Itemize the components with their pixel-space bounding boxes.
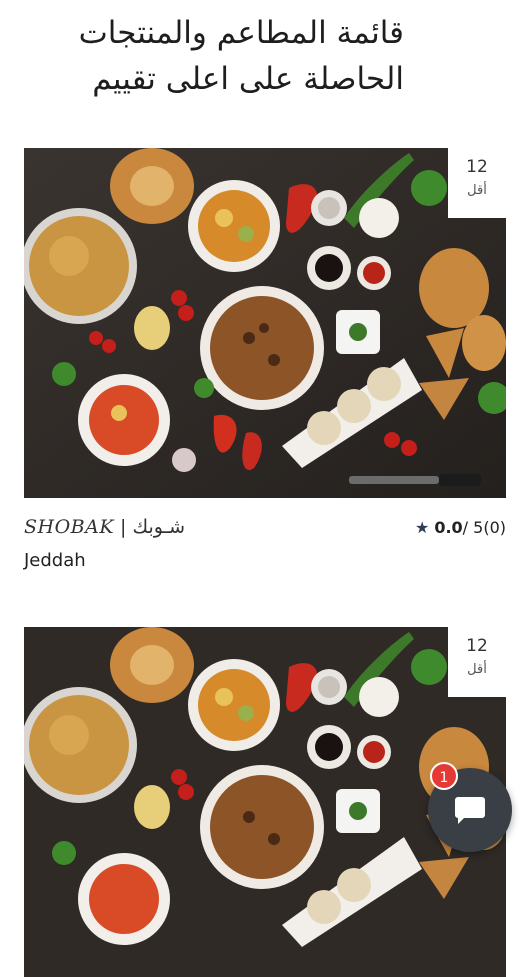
name-separator: | <box>120 516 127 538</box>
chat-unread-badge: 1 <box>430 762 458 790</box>
badge-label: أقل <box>467 662 487 677</box>
badge-number: 12 <box>466 157 488 177</box>
restaurant-name[interactable]: SHOBAK | شـوبك <box>24 516 185 538</box>
rating-out-of: / 5 <box>462 518 484 537</box>
page-title: قائمة المطاعم والمنتجات الحاصلة على اعلى… <box>78 15 404 97</box>
restaurant-name-latin: SHOBAK <box>24 516 115 538</box>
chat-bubble-icon <box>455 797 485 824</box>
badge: 12 أقل <box>448 148 506 218</box>
rating-score: 0.0 <box>434 518 463 537</box>
rating-count: (0) <box>483 518 506 537</box>
star-icon: ★ <box>414 518 430 537</box>
badge-label: أقل <box>467 183 487 198</box>
food-spread-photo <box>24 148 506 498</box>
badge: 12 أقل <box>448 627 506 697</box>
restaurant-rating: ★ 0.0 / 5 (0) <box>415 518 506 537</box>
restaurant-city: Jeddah <box>24 550 86 571</box>
restaurant-name-arabic: شـوبك <box>132 516 186 538</box>
restaurant-image[interactable]: 12 أقل <box>24 148 506 498</box>
badge-number: 12 <box>466 636 488 656</box>
restaurant-card[interactable]: 12 أقل SHOBAK | شـوبك Jeddah ★ 0.0 / 5 (0) <box>24 148 506 571</box>
